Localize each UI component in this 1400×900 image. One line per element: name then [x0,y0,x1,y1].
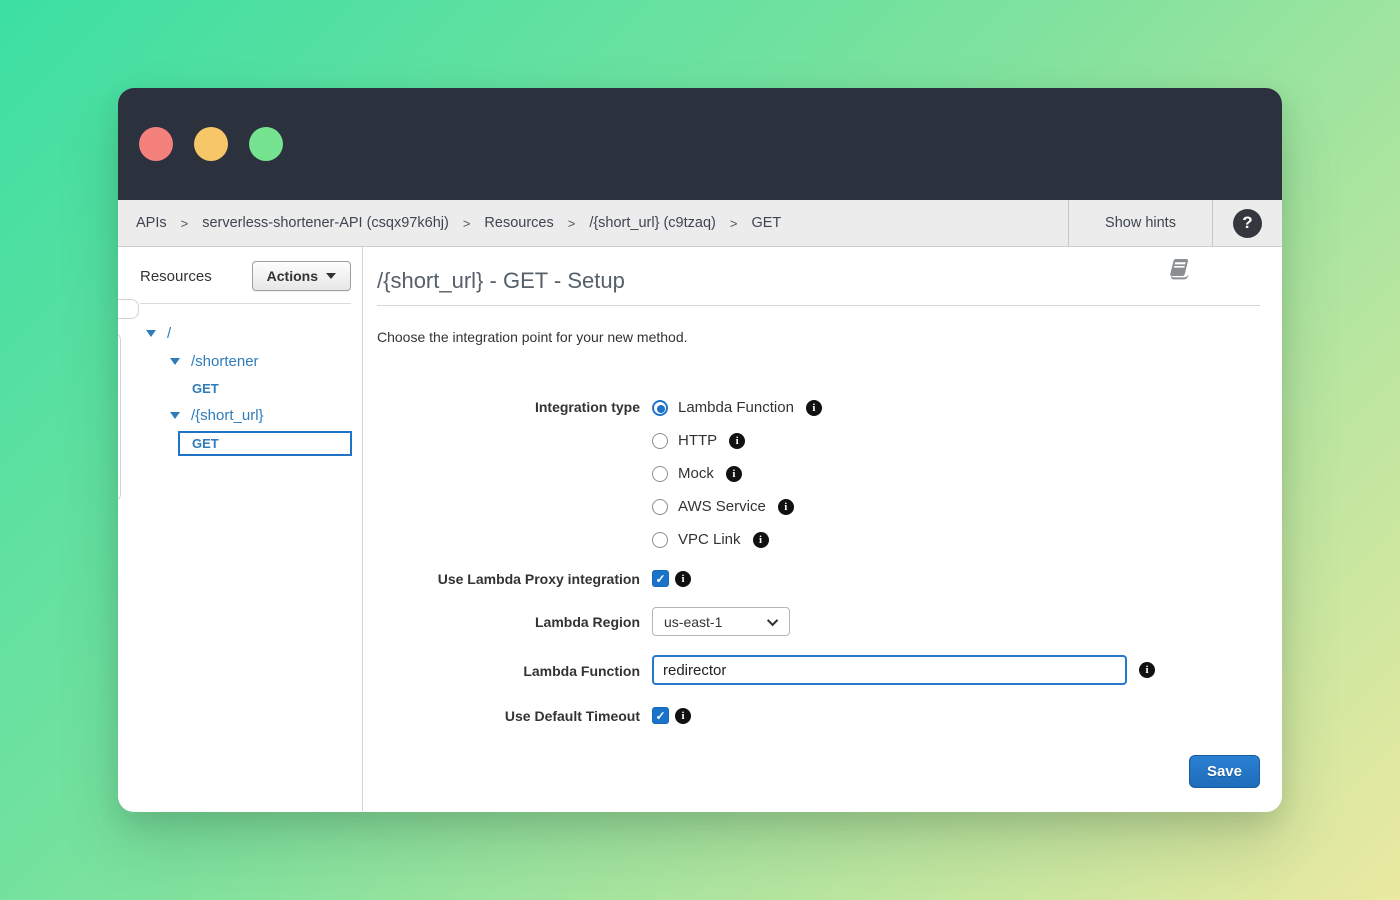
info-icon[interactable]: i [675,708,691,724]
maximize-window-button[interactable] [249,127,283,161]
breadcrumb-apis[interactable]: APIs [136,215,167,231]
content-area: Resources Actions / /shortener GET [118,247,1282,811]
lambda-function-input[interactable] [652,655,1127,685]
radio-option-label: VPC Link [678,531,741,548]
breadcrumb: APIs > serverless-shortener-API (csqx97k… [118,200,1068,246]
lambda-function-label: Lambda Function [377,655,640,679]
radio-option-label: Mock [678,465,714,482]
setup-description: Choose the integration point for your ne… [377,329,1260,345]
browser-window: APIs > serverless-shortener-API (csqx97k… [118,88,1282,812]
radio-unselected-icon[interactable] [652,499,668,515]
caret-down-icon [170,358,180,365]
info-icon[interactable]: i [1139,662,1155,678]
tree-item-shortener-get[interactable]: GET [118,375,362,401]
radio-option-vpc-link[interactable]: VPC Link i [652,523,822,556]
integration-type-label: Integration type [377,391,640,415]
default-timeout-row: Use Default Timeout ✓ i [377,707,1260,724]
default-timeout-checkbox[interactable]: ✓ [652,707,669,724]
info-icon[interactable]: i [729,433,745,449]
sidebar-divider [140,303,351,304]
info-icon[interactable]: i [753,532,769,548]
tree-item-label: GET [192,381,219,396]
tree-item-label: /{short_url} [191,407,264,424]
tree-item-label: /shortener [191,353,259,370]
breadcrumb-separator: > [568,216,576,231]
tree-item-short-url[interactable]: /{short_url} [118,401,362,429]
caret-down-icon [170,412,180,419]
actions-dropdown-button[interactable]: Actions [252,261,351,291]
info-icon[interactable]: i [675,571,691,587]
close-window-button[interactable] [139,127,173,161]
method-setup-panel: /{short_url} - GET - Setup Choose the in… [363,247,1282,811]
documentation-book-icon[interactable] [1168,258,1193,286]
breadcrumb-resources[interactable]: Resources [484,215,553,231]
setup-form: Integration type Lambda Function i HTTP … [377,391,1260,724]
tree-item-short-url-get-selected[interactable]: GET [178,431,352,456]
question-mark-icon: ? [1233,209,1262,238]
proxy-integration-row: Use Lambda Proxy integration ✓ i [377,570,1260,587]
breadcrumb-separator: > [730,216,738,231]
show-hints-label: Show hints [1105,215,1176,231]
proxy-integration-label: Use Lambda Proxy integration [377,570,640,587]
help-button[interactable]: ? [1212,200,1282,246]
radio-unselected-icon[interactable] [652,466,668,482]
radio-unselected-icon[interactable] [652,532,668,548]
radio-option-lambda-function[interactable]: Lambda Function i [652,391,822,424]
show-hints-button[interactable]: Show hints [1068,200,1212,246]
breadcrumb-separator: > [463,216,471,231]
info-icon[interactable]: i [806,400,822,416]
caret-down-icon [326,273,336,279]
save-button[interactable]: Save [1189,755,1260,788]
proxy-integration-checkbox[interactable]: ✓ [652,570,669,587]
lambda-region-label: Lambda Region [377,607,640,630]
collapsed-panel-edge [118,299,139,319]
radio-option-mock[interactable]: Mock i [652,457,822,490]
lambda-region-value: us-east-1 [664,614,722,630]
lambda-function-row: Lambda Function i [377,655,1260,685]
tree-item-label: / [167,325,171,342]
lambda-region-select[interactable]: us-east-1 [652,607,790,636]
tree-item-shortener[interactable]: /shortener [118,347,362,375]
page-title: /{short_url} - GET - Setup [377,268,1260,294]
resources-sidebar: Resources Actions / /shortener GET [118,247,363,811]
breadcrumb-method[interactable]: GET [751,215,781,231]
minimize-window-button[interactable] [194,127,228,161]
breadcrumb-api-name[interactable]: serverless-shortener-API (csqx97k6hj) [202,215,449,231]
radio-option-aws-service[interactable]: AWS Service i [652,490,822,523]
info-icon[interactable]: i [726,466,742,482]
info-icon[interactable]: i [778,499,794,515]
tree-item-label: GET [192,436,219,451]
radio-option-http[interactable]: HTTP i [652,424,822,457]
breadcrumb-resource-id[interactable]: /{short_url} (c9tzaq) [589,215,716,231]
resource-tree: / /shortener GET /{short_url} GET [118,319,362,456]
sidebar-title: Resources [140,268,212,285]
tree-item-root[interactable]: / [118,319,362,347]
breadcrumb-separator: > [181,216,189,231]
breadcrumb-bar: APIs > serverless-shortener-API (csqx97k… [118,200,1282,247]
radio-unselected-icon[interactable] [652,433,668,449]
radio-option-label: HTTP [678,432,717,449]
radio-option-label: Lambda Function [678,399,794,416]
lambda-region-row: Lambda Region us-east-1 [377,607,1260,636]
chevron-down-icon [767,614,778,625]
default-timeout-label: Use Default Timeout [377,707,640,724]
actions-button-label: Actions [267,268,318,284]
radio-option-label: AWS Service [678,498,766,515]
radio-selected-icon[interactable] [652,400,668,416]
caret-down-icon [146,330,156,337]
integration-type-row: Integration type Lambda Function i HTTP … [377,391,1260,556]
window-titlebar [118,88,1282,200]
title-divider [377,305,1260,306]
